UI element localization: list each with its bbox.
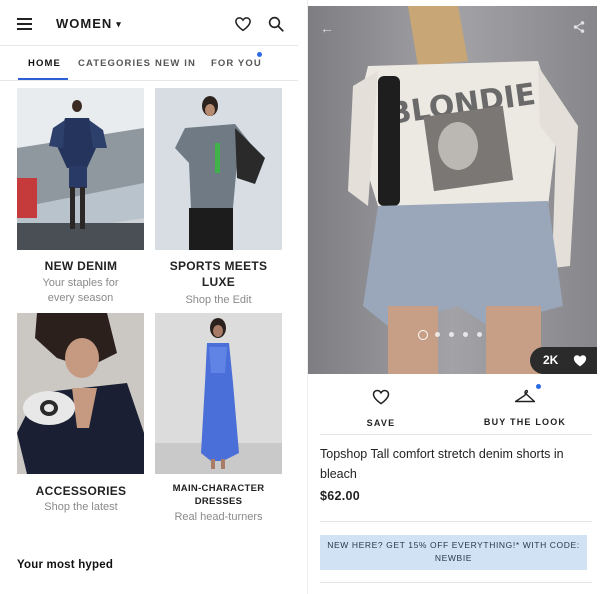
save-label: SAVE: [366, 418, 396, 428]
notification-dot: [536, 384, 541, 389]
product-price: $62.00: [320, 489, 361, 503]
chevron-down-icon: ▾: [116, 19, 122, 29]
tile-subtitle: Shop the Edit: [185, 294, 252, 306]
tab-categories[interactable]: CATEGORIES: [78, 58, 151, 69]
heart-icon[interactable]: [234, 15, 252, 33]
divider: [320, 434, 592, 435]
hanger-icon: [514, 389, 536, 403]
tab-new-in[interactable]: NEW IN: [155, 58, 196, 69]
store-label: WOMEN: [56, 16, 113, 31]
divider: [320, 521, 592, 522]
carousel-dot[interactable]: [449, 332, 454, 337]
carousel-dot[interactable]: [463, 332, 468, 337]
product-screen: BLONDIE ← 2K SAVE BUY THE LOOK Topshop T…: [307, 0, 600, 594]
tab-for-you[interactable]: FOR YOU: [211, 58, 262, 69]
product-image[interactable]: BLONDIE ← 2K: [308, 6, 597, 374]
divider: [320, 582, 592, 583]
heart-icon: [573, 355, 587, 367]
accessories-image[interactable]: [17, 313, 144, 474]
hamburger-icon[interactable]: [17, 18, 32, 30]
tile-title[interactable]: SPORTS MEETS LUXE: [155, 258, 282, 290]
notification-dot: [257, 52, 262, 57]
nav-tabs: HOME CATEGORIES NEW IN FOR YOU: [0, 46, 298, 81]
store-selector[interactable]: WOMEN ▾: [56, 16, 122, 31]
buy-the-look-label: BUY THE LOOK: [483, 417, 567, 427]
likes-count: 2K: [543, 353, 559, 367]
sports-luxe-image[interactable]: [155, 88, 282, 250]
tile-title[interactable]: NEW DENIM: [17, 258, 145, 274]
promo-banner[interactable]: NEW HERE? GET 15% OFF EVERYTHING!* WITH …: [320, 535, 587, 570]
tile-title[interactable]: MAIN-CHARACTER DRESSES: [155, 482, 282, 508]
search-icon[interactable]: [267, 15, 285, 33]
carousel-dot[interactable]: [435, 332, 440, 337]
share-icon[interactable]: [572, 20, 586, 34]
tile-title[interactable]: ACCESSORIES: [17, 483, 145, 499]
product-title: Topshop Tall comfort stretch denim short…: [320, 447, 564, 481]
carousel-dot[interactable]: [477, 332, 482, 337]
panel-gap: [299, 0, 307, 594]
likes-badge[interactable]: 2K: [530, 347, 597, 374]
arrow-left-icon[interactable]: ←: [320, 20, 334, 36]
buy-the-look-button[interactable]: BUY THE LOOK: [460, 388, 590, 427]
tile-subtitle: Real head-turners: [174, 511, 263, 523]
active-tab-indicator: [18, 78, 68, 80]
tile-subtitle: Shop the latest: [44, 501, 118, 513]
tab-home[interactable]: HOME: [28, 58, 61, 69]
dresses-image[interactable]: [155, 313, 282, 474]
save-button[interactable]: SAVE: [316, 388, 446, 428]
new-denim-image[interactable]: [17, 88, 144, 250]
heart-icon: [372, 389, 390, 405]
top-bar: WOMEN ▾: [0, 0, 298, 46]
home-screen: WOMEN ▾ HOME CATEGORIES NEW IN FOR YOU NE…: [0, 0, 298, 594]
carousel-dot[interactable]: [418, 330, 428, 340]
section-heading: Your most hyped: [17, 559, 114, 571]
tile-subtitle: Your staples for every season: [42, 277, 119, 304]
